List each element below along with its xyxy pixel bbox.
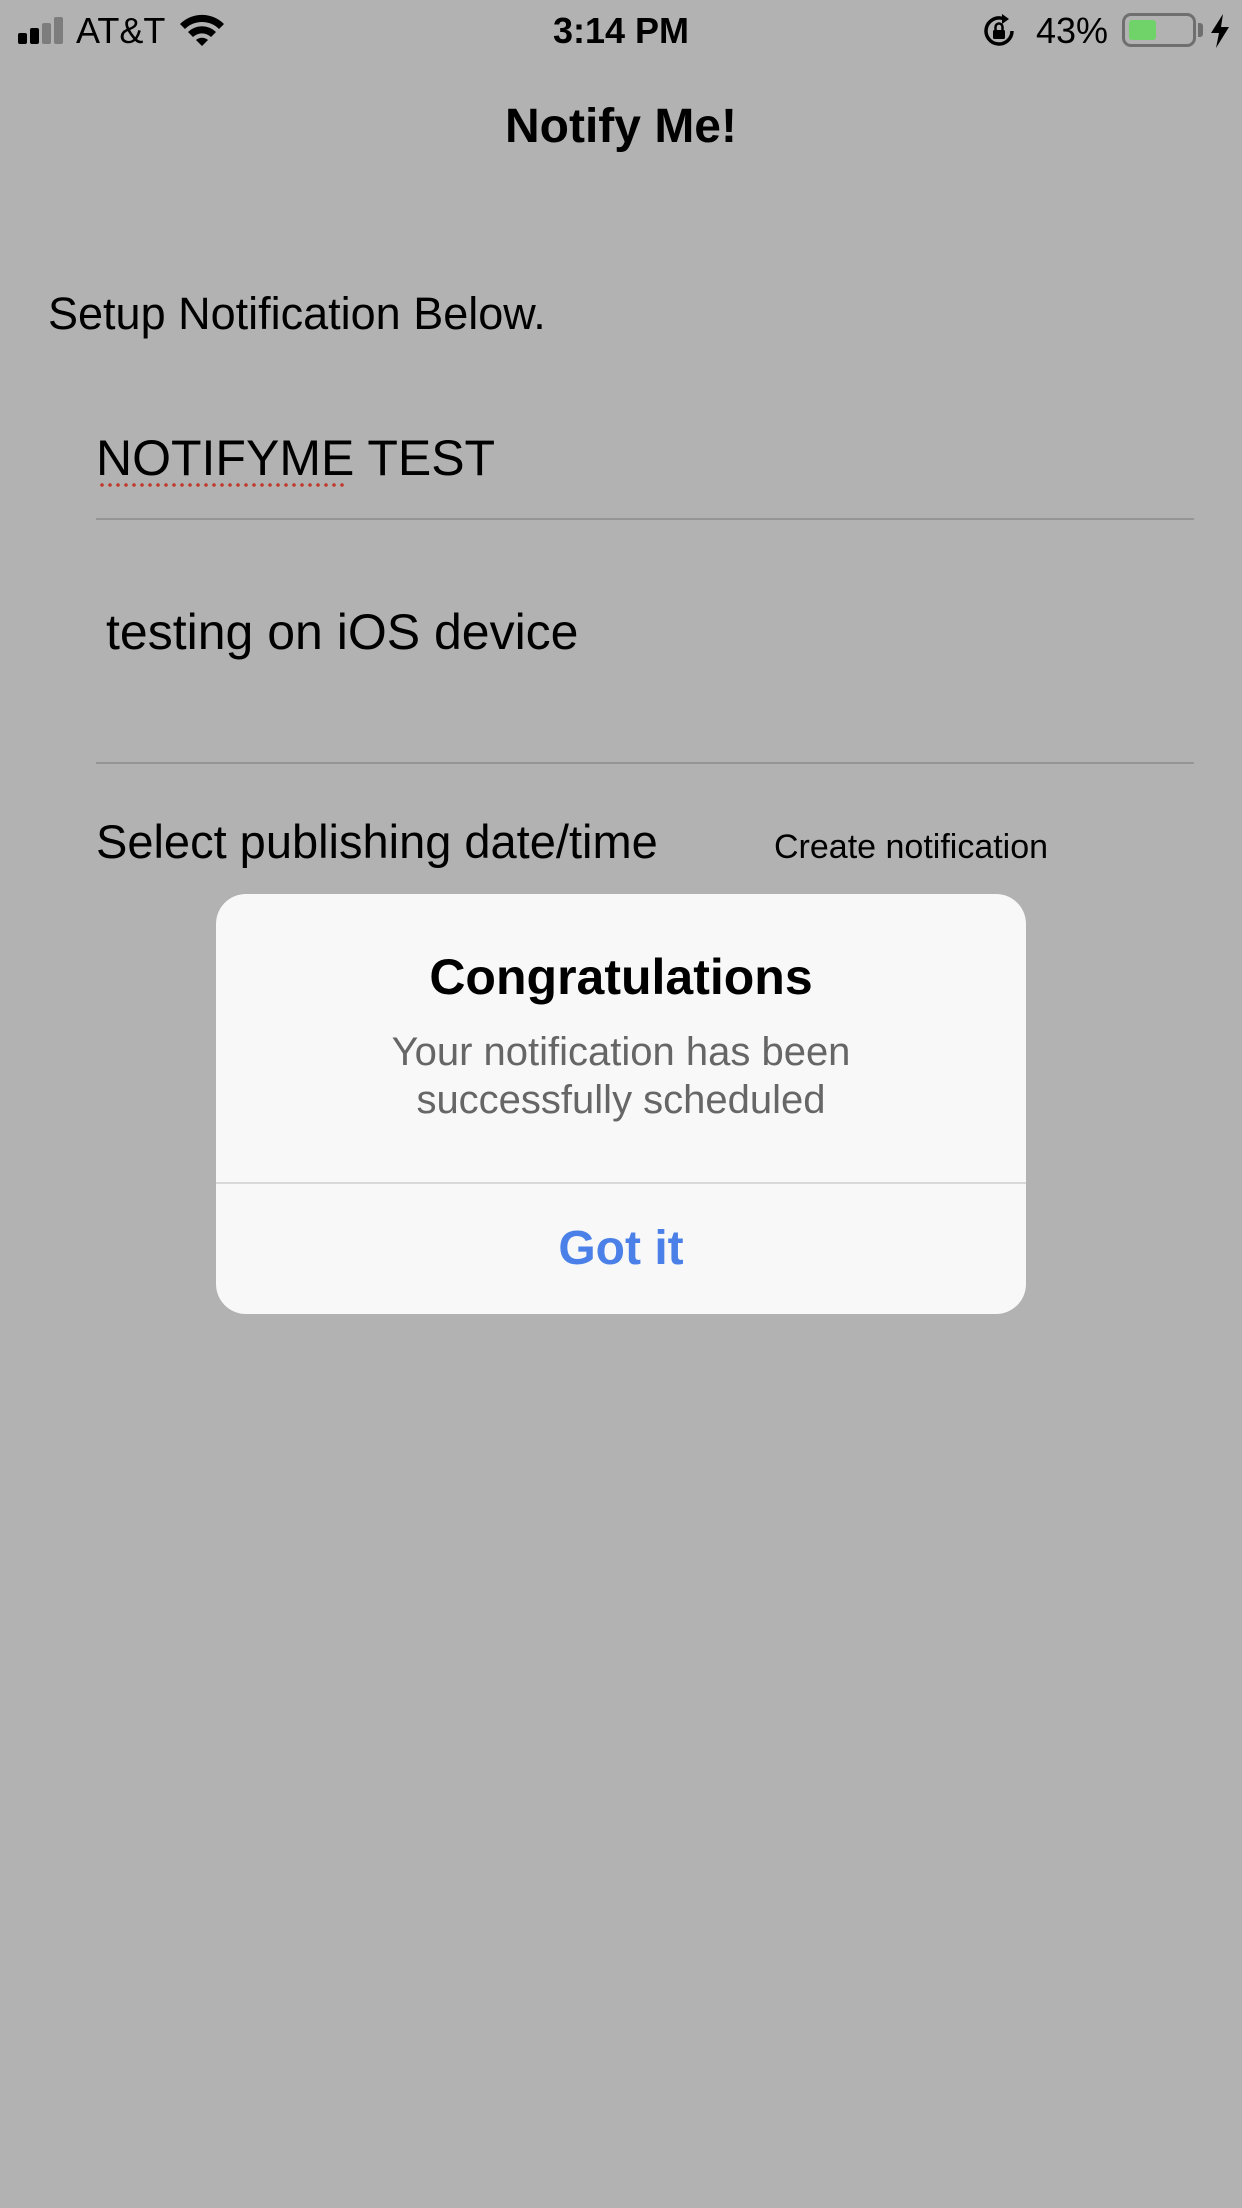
alert-dialog: Congratulations Your notification has be…: [216, 894, 1026, 1314]
spellcheck-underline: [98, 482, 348, 488]
battery-icon: [1122, 13, 1196, 47]
create-notification-button[interactable]: Create notification: [774, 826, 1048, 868]
alert-message-line1: Your notification has been: [391, 1030, 851, 1074]
app-screen: AT&T 3:14 PM 43% Notify Me! Setup Notifi…: [0, 0, 1242, 2208]
notification-title-field[interactable]: NOTIFYME TEST: [96, 424, 1194, 520]
select-date-time-button[interactable]: Select publishing date/time: [96, 812, 658, 872]
battery-percentage: 43%: [1036, 10, 1109, 51]
rotation-lock-icon: [984, 14, 1014, 46]
alert-title: Congratulations: [429, 949, 813, 1005]
battery-tip: [1198, 23, 1203, 37]
page-title: Notify Me!: [505, 100, 737, 153]
notification-message-value[interactable]: testing on iOS device: [106, 600, 579, 664]
battery-level-fill: [1129, 20, 1156, 40]
charging-icon: [1211, 14, 1229, 48]
alert-message: Your notification has been successfully …: [256, 1028, 986, 1124]
alert-message-line2: successfully scheduled: [416, 1078, 826, 1122]
setup-instruction-label: Setup Notification Below.: [48, 288, 546, 339]
got-it-button[interactable]: Got it: [216, 1184, 1026, 1314]
status-bar: AT&T 3:14 PM 43%: [0, 0, 1242, 62]
notification-title-value[interactable]: NOTIFYME TEST: [96, 428, 495, 488]
notification-message-field[interactable]: testing on iOS device: [96, 600, 1194, 764]
